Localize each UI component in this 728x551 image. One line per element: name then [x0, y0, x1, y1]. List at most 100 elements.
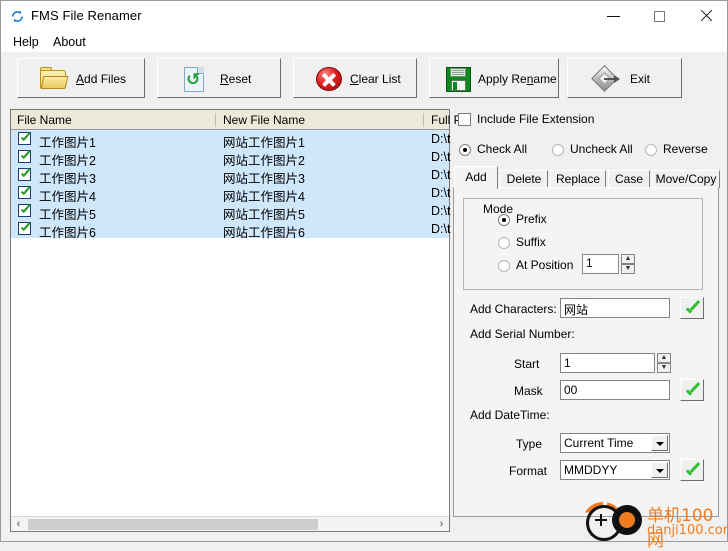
column-divider[interactable]: [423, 113, 424, 127]
apply-add-characters-button[interactable]: [680, 297, 704, 319]
clear-list-button[interactable]: Clear List: [293, 58, 417, 98]
reset-label: Reset: [220, 72, 252, 86]
horizontal-scrollbar[interactable]: ‹ ›: [11, 516, 449, 531]
chevron-down-icon[interactable]: [651, 462, 668, 478]
column-header-file-name[interactable]: File Name: [17, 113, 72, 127]
table-row[interactable]: 工作图片5 网站工作图片5 D:\t: [11, 202, 451, 222]
mode-group-title: Mode: [480, 202, 517, 216]
radio-reverse[interactable]: [645, 144, 657, 156]
tab-replace[interactable]: Replace: [550, 170, 606, 188]
include-file-extension-checkbox[interactable]: [458, 113, 471, 126]
menu-bar: Help About: [1, 32, 727, 52]
datetime-format-value: MMDDYY: [564, 463, 618, 477]
apply-datetime-button[interactable]: [680, 459, 704, 481]
row-checkbox[interactable]: [18, 186, 31, 199]
refresh-page-icon: ↺: [184, 67, 208, 93]
add-characters-label: Add Characters:: [470, 302, 557, 316]
menu-item-help[interactable]: Help: [7, 34, 45, 50]
table-row[interactable]: 工作图片6 网站工作图片6 D:\t: [11, 220, 450, 240]
watermark-line2: danji100.com: [647, 523, 728, 538]
serial-mask-value: 00: [564, 383, 578, 397]
scrollbar-thumb[interactable]: [28, 519, 318, 530]
at-position-input[interactable]: 1: [582, 254, 619, 274]
row-checkbox[interactable]: [18, 168, 31, 181]
title-bar: FMS File Renamer: [1, 1, 727, 32]
minimize-button[interactable]: [591, 1, 637, 31]
table-row[interactable]: 工作图片2 网站工作图片2 D:\t: [11, 148, 451, 168]
maximize-button[interactable]: [637, 1, 683, 31]
radio-uncheck-all[interactable]: [552, 144, 564, 156]
tab-move-copy[interactable]: Move/Copy: [652, 170, 720, 188]
apply-rename-button[interactable]: Apply Rename: [429, 58, 559, 98]
add-characters-input[interactable]: 网站: [560, 298, 670, 318]
tab-case[interactable]: Case: [608, 170, 650, 188]
column-divider[interactable]: [215, 113, 216, 127]
serial-mask-label: Mask: [514, 384, 543, 398]
add-characters-value: 网站: [564, 303, 589, 317]
exit-button[interactable]: Exit: [567, 58, 682, 98]
row-full-path: D:\t: [431, 204, 451, 218]
tab-delete[interactable]: Delete: [500, 170, 548, 188]
table-row[interactable]: 工作图片4 网站工作图片4 D:\t: [11, 184, 451, 204]
radio-uncheck-all-label: Uncheck All: [570, 142, 633, 156]
window-title: FMS File Renamer: [31, 8, 142, 23]
add-serial-number-label: Add Serial Number:: [470, 327, 575, 341]
table-row[interactable]: 工作图片1 网站工作图片1 D:\t: [11, 130, 450, 150]
datetime-type-select[interactable]: Current Time: [560, 433, 670, 453]
serial-start-stepper[interactable]: ▲ ▼: [657, 353, 671, 373]
tab-add[interactable]: Add: [454, 166, 498, 189]
radio-prefix[interactable]: [498, 214, 510, 226]
row-checkbox[interactable]: [18, 204, 31, 217]
radio-check-all-label: Check All: [477, 142, 528, 156]
at-position-value: 1: [586, 256, 593, 270]
row-checkbox[interactable]: [18, 222, 31, 235]
add-files-button[interactable]: Add Files: [17, 58, 145, 98]
stepper-down-icon[interactable]: ▼: [657, 363, 671, 373]
stepper-down-icon[interactable]: ▼: [621, 264, 635, 274]
radio-suffix[interactable]: [498, 237, 510, 249]
table-row[interactable]: 工作图片3 网站工作图片3 D:\t: [11, 166, 451, 186]
tab-strip: Add Delete Replace Case Move/Copy: [453, 166, 720, 189]
stepper-up-icon[interactable]: ▲: [621, 254, 635, 264]
row-checkbox[interactable]: [18, 132, 31, 145]
clear-list-label: Clear List: [350, 72, 401, 86]
exit-diamond-icon: [591, 65, 620, 93]
file-list-panel: File Name New File Name Full P 工作图片1 网站工作…: [10, 109, 462, 532]
row-full-path: D:\t: [431, 150, 451, 164]
scroll-right-arrow-icon[interactable]: ›: [434, 517, 449, 531]
app-window: FMS File Renamer Help About Add Files ↺ …: [0, 0, 728, 551]
chevron-down-icon[interactable]: [651, 435, 668, 451]
serial-start-input[interactable]: 1: [560, 353, 655, 373]
row-new-file-name: 网站工作图片6: [223, 226, 305, 240]
stepper-up-icon[interactable]: ▲: [657, 353, 671, 363]
close-button[interactable]: [683, 1, 728, 31]
serial-start-value: 1: [564, 356, 571, 370]
radio-at-position-label: At Position: [516, 258, 574, 272]
serial-mask-input[interactable]: 00: [560, 380, 670, 400]
red-x-circle-icon: [316, 67, 342, 93]
datetime-format-select[interactable]: MMDDYY: [560, 460, 670, 480]
row-full-path: D:\t: [431, 168, 451, 182]
exit-label: Exit: [630, 72, 651, 86]
add-datetime-label: Add DateTime:: [470, 408, 550, 422]
radio-at-position[interactable]: [498, 260, 510, 272]
menu-item-about[interactable]: About: [47, 34, 92, 50]
floppy-save-icon: [446, 67, 471, 92]
toolbar: Add Files ↺ Reset Clear List Apply Renam…: [1, 52, 727, 103]
row-full-path: D:\t: [431, 186, 451, 200]
app-refresh-icon: [12, 10, 23, 23]
reset-button[interactable]: ↺ Reset: [157, 58, 281, 98]
scroll-left-arrow-icon[interactable]: ‹: [11, 517, 26, 531]
apply-rename-label: Apply Rename: [478, 72, 557, 86]
tab-panel-add: Mode Prefix Suffix At Position 1 ▲ ▼ Add…: [453, 187, 719, 517]
file-list-header: File Name New File Name Full P: [11, 110, 462, 130]
serial-start-label: Start: [514, 357, 540, 371]
column-header-new-file-name[interactable]: New File Name: [223, 113, 305, 127]
row-checkbox[interactable]: [18, 150, 31, 163]
at-position-stepper[interactable]: ▲ ▼: [621, 254, 635, 274]
watermark-donut-icon: [612, 505, 642, 535]
include-file-extension-label: Include File Extension: [477, 112, 595, 126]
maximize-icon: [654, 11, 665, 22]
apply-serial-button[interactable]: [680, 379, 704, 401]
radio-check-all[interactable]: [459, 144, 471, 156]
